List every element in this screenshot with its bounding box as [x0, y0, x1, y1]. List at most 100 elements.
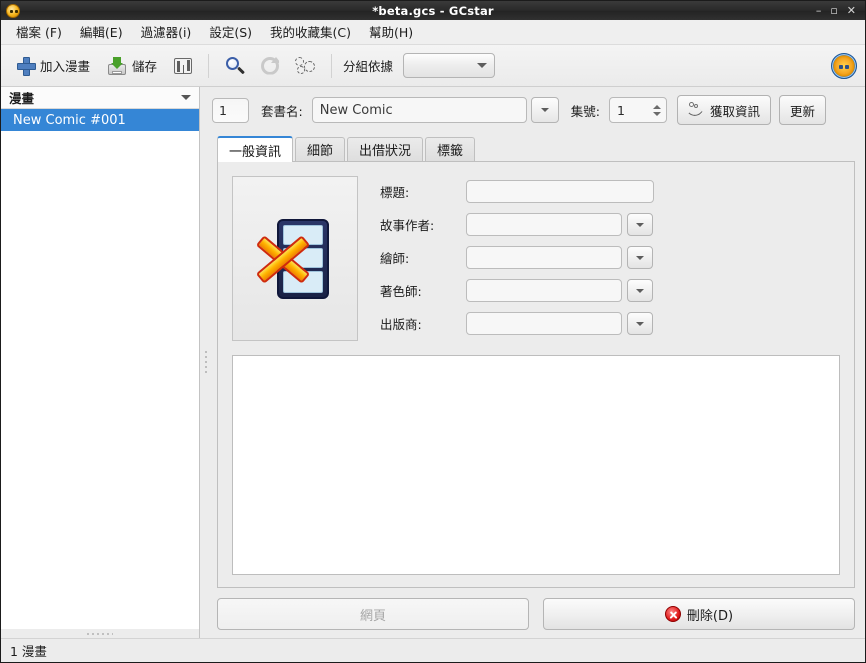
record-index-value: 1 — [219, 102, 227, 118]
save-label: 儲存 — [132, 59, 158, 74]
refresh-icon — [261, 56, 280, 75]
gcstar-logo-icon — [831, 52, 857, 79]
menu-help[interactable]: 幫助(H) — [360, 19, 422, 45]
toolbar: 加入漫畫 儲存 分組依據 — [1, 45, 865, 87]
webpage-label: 網頁 — [359, 608, 386, 624]
title-bar[interactable]: *beta.gcs - GCstar – ▫ ✕ — [1, 1, 865, 20]
search-button[interactable] — [218, 51, 252, 81]
writer-row: 故事作者: — [380, 213, 840, 236]
add-comic-label: 加入漫畫 — [40, 59, 91, 74]
plus-icon — [17, 57, 36, 76]
chevron-down-icon[interactable] — [181, 95, 191, 100]
no-cover-placeholder-icon — [249, 213, 341, 305]
group-by-combo[interactable] — [403, 53, 496, 78]
detail-pane: 1 套書名: New Comic 集號: 1 獲取資訊 更新 一般資訊 細節 出… — [212, 87, 865, 638]
chevron-down-icon — [636, 222, 644, 227]
columns-button[interactable] — [167, 53, 199, 79]
splitter-grip — [87, 632, 113, 635]
tab-panel-general: 標題: 故事作者: 繪師: 著色師: 出版商: — [217, 161, 855, 588]
spinner-arrows[interactable] — [652, 104, 666, 116]
tab-borrow[interactable]: 出借狀況 — [347, 137, 424, 161]
chevron-down-icon — [636, 321, 644, 326]
gears-icon — [295, 56, 316, 75]
webpage-button[interactable]: 網頁 — [217, 598, 529, 630]
minimize-button[interactable]: – — [816, 5, 822, 16]
spinner-up-icon[interactable] — [652, 104, 661, 109]
artist-field[interactable] — [466, 246, 622, 269]
fetch-info-button[interactable]: 獲取資訊 — [676, 95, 771, 125]
main-body: 漫畫 New Comic #001 1 套書名: New Comic 集號: 1… — [1, 87, 865, 638]
issue-label: 集號: — [570, 103, 600, 119]
group-by-label: 分組依據 — [343, 59, 394, 74]
writer-label: 故事作者: — [380, 218, 435, 233]
title-row: 標題: — [380, 180, 840, 203]
close-button[interactable]: ✕ — [847, 5, 856, 16]
maximize-button[interactable]: ▫ — [830, 5, 837, 16]
add-comic-button[interactable]: 加入漫畫 — [9, 51, 98, 80]
tab-general[interactable]: 一般資訊 — [217, 136, 294, 162]
sidebar-header[interactable]: 漫畫 — [1, 87, 199, 109]
window-controls: – ▫ ✕ — [816, 5, 861, 16]
issue-value: 1 — [616, 102, 625, 118]
chevron-down-icon — [540, 108, 549, 112]
tab-details[interactable]: 細節 — [295, 137, 346, 161]
preferences-button[interactable] — [288, 52, 322, 80]
notes-textarea[interactable] — [232, 355, 840, 575]
tab-bar: 一般資訊 細節 出借狀況 標籤 — [217, 136, 855, 162]
action-button-bar: 網頁 刪除(D) — [217, 598, 855, 630]
menu-edit[interactable]: 編輯(E) — [71, 19, 132, 45]
title-label: 標題: — [380, 185, 410, 200]
search-icon — [225, 56, 245, 76]
status-bar: 1 漫畫 — [1, 638, 865, 662]
cover-image-box[interactable] — [232, 176, 358, 341]
artist-combo-button[interactable] — [627, 246, 653, 269]
general-upper-area: 標題: 故事作者: 繪師: 著色師: 出版商: — [232, 176, 840, 341]
series-label: 套書名: — [261, 103, 303, 119]
colourist-row: 著色師: — [380, 279, 840, 302]
colourist-label: 著色師: — [380, 284, 422, 299]
spinner-down-icon[interactable] — [652, 111, 661, 116]
series-combo-button[interactable] — [530, 97, 559, 123]
comic-list[interactable]: New Comic #001 — [1, 109, 199, 629]
chevron-down-icon — [636, 255, 644, 260]
record-index-field[interactable]: 1 — [212, 97, 249, 123]
colourist-field[interactable] — [466, 279, 622, 302]
writer-field[interactable] — [466, 213, 622, 236]
publisher-combo-button[interactable] — [627, 312, 653, 335]
menu-file[interactable]: 檔案 (F) — [7, 19, 71, 45]
series-input[interactable]: New Comic — [311, 97, 527, 123]
menu-filter[interactable]: 過濾器(i) — [132, 19, 201, 45]
general-fields: 標題: 故事作者: 繪師: 著色師: 出版商: — [380, 176, 840, 341]
artist-label: 繪師: — [380, 251, 410, 266]
gcstar-app-icon — [6, 3, 20, 18]
list-item-label: New Comic #001 — [13, 112, 126, 128]
columns-icon — [174, 57, 193, 74]
save-button[interactable]: 儲存 — [100, 51, 165, 80]
sidebar-horizontal-splitter[interactable] — [1, 629, 199, 638]
toolbar-separator-2 — [331, 53, 333, 78]
series-value: New Comic — [319, 102, 393, 118]
publisher-field[interactable] — [466, 312, 622, 335]
tab-tags[interactable]: 標籤 — [425, 137, 476, 161]
sidebar-header-label: 漫畫 — [9, 91, 35, 106]
title-field[interactable] — [466, 180, 654, 203]
save-icon — [108, 56, 127, 75]
delete-circle-icon — [664, 606, 681, 622]
pane-splitter[interactable] — [200, 87, 212, 638]
update-button[interactable]: 更新 — [778, 95, 826, 125]
window-title: *beta.gcs - GCstar — [372, 3, 494, 18]
menu-collection[interactable]: 我的收藏集(C) — [261, 19, 360, 45]
tab-details-label: 細節 — [307, 144, 334, 159]
issue-spinner[interactable]: 1 — [608, 97, 667, 123]
colourist-combo-button[interactable] — [627, 279, 653, 302]
chevron-down-icon — [477, 63, 488, 68]
publisher-label: 出版商: — [380, 317, 422, 332]
tab-tags-label: 標籤 — [437, 144, 464, 159]
delete-button[interactable]: 刪除(D) — [543, 598, 855, 630]
writer-combo-button[interactable] — [627, 213, 653, 236]
menu-settings[interactable]: 設定(S) — [200, 19, 261, 45]
publisher-row: 出版商: — [380, 312, 840, 335]
menu-bar: 檔案 (F) 編輯(E) 過濾器(i) 設定(S) 我的收藏集(C) 幫助(H) — [1, 20, 865, 45]
list-item[interactable]: New Comic #001 — [1, 109, 199, 131]
fetch-icon — [688, 102, 705, 120]
